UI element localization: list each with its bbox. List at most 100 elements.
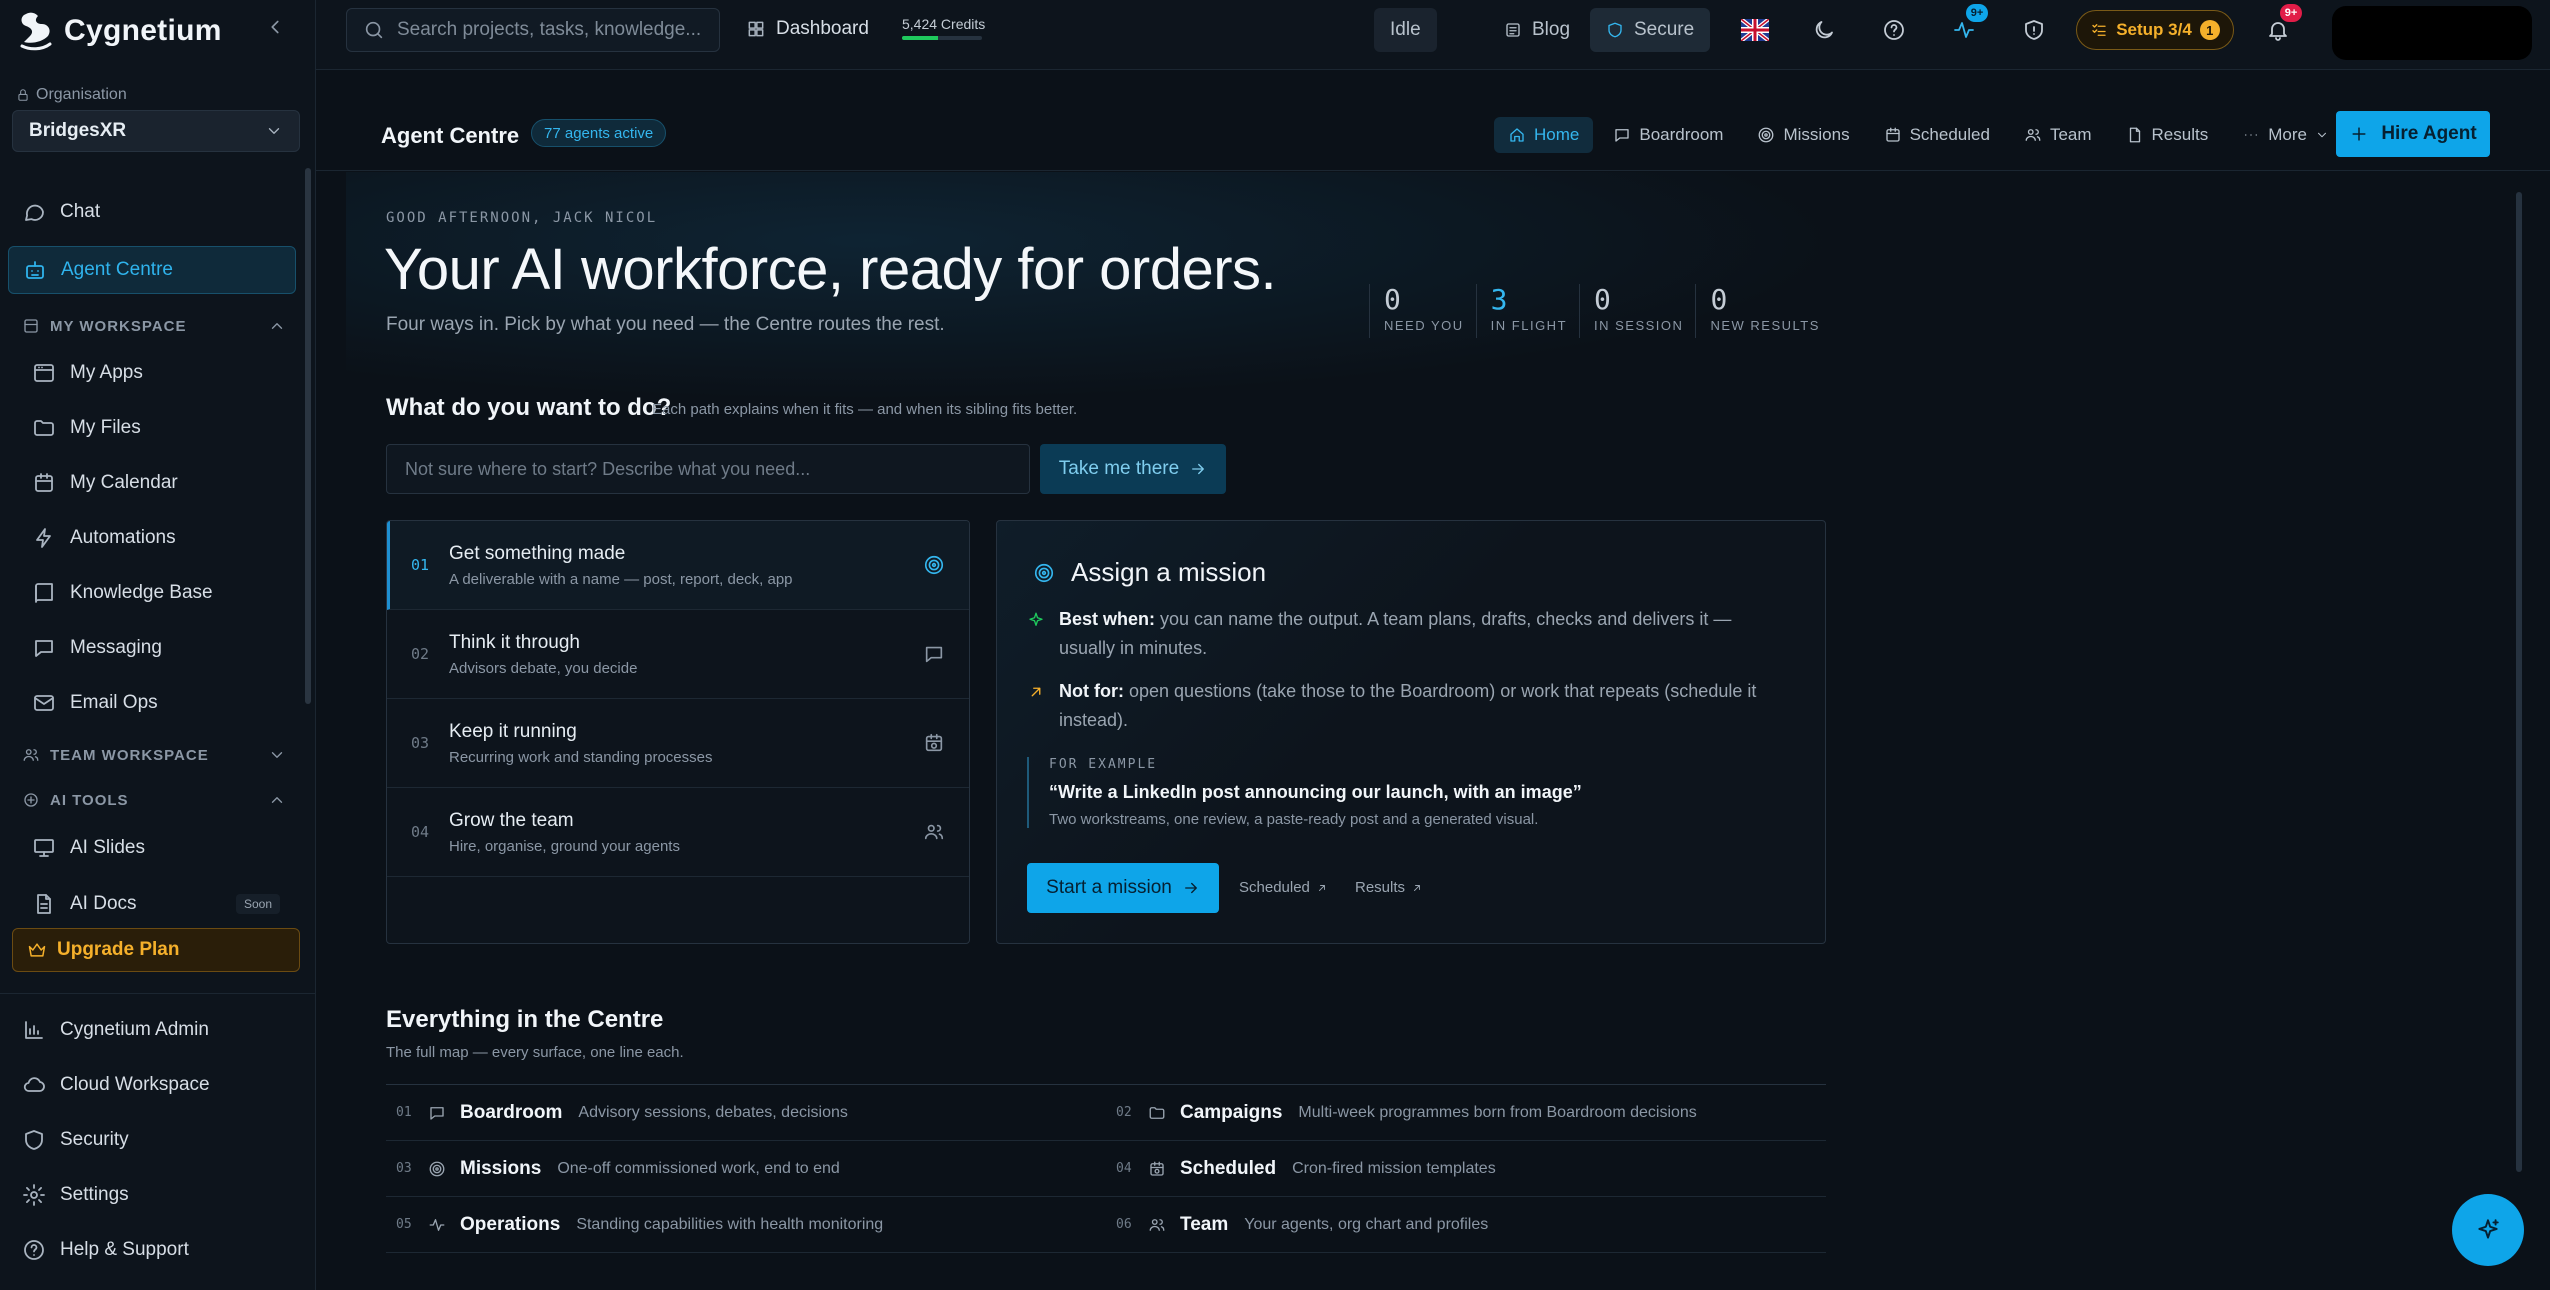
sidebar-item-my-apps[interactable]: My Apps [24, 349, 296, 397]
path-grow-the-team[interactable]: 04 Grow the team Hire, organise, ground … [387, 788, 969, 877]
global-search-input[interactable]: Search projects, tasks, knowledge... [346, 8, 720, 52]
surface-description: Your agents, org chart and profiles [1244, 1215, 1489, 1233]
surface-row-team[interactable]: 06 Team Your agents, org chart and profi… [1106, 1197, 1826, 1253]
chevron-up-icon [271, 323, 283, 329]
sidebar-item-knowledge-base[interactable]: Knowledge Base [24, 569, 296, 617]
tab-home[interactable]: Home [1494, 117, 1594, 153]
organisation-select[interactable]: BridgesXR [12, 110, 300, 152]
dashboard-link[interactable]: Dashboard [746, 18, 869, 40]
not-for-note: Not for: open questions (take those to t… [1027, 677, 1787, 735]
blog-button[interactable]: Blog [1488, 8, 1586, 52]
scheduled-link[interactable]: Scheduled [1239, 879, 1328, 896]
hire-agent-button[interactable]: Hire Agent [2336, 111, 2490, 157]
example-description: Two workstreams, one review, a paste-rea… [1049, 811, 1539, 828]
tab-team[interactable]: Team [2010, 117, 2106, 153]
organisation-value: BridgesXR [29, 120, 127, 141]
stat-new-results[interactable]: 0 NEW RESULTS [1695, 284, 1831, 338]
calendar-clock-icon [1150, 1161, 1164, 1176]
sparkle-icon [2478, 1219, 2499, 1239]
gear-icon [23, 1184, 45, 1206]
surface-name: Missions [460, 1157, 542, 1179]
stat-in-session[interactable]: 0 IN SESSION [1579, 284, 1695, 338]
section-label: MY WORKSPACE [50, 317, 187, 335]
surface-row-boardroom[interactable]: 01 Boardroom Advisory sessions, debates,… [386, 1085, 1106, 1141]
section-my-workspace[interactable]: MY WORKSPACE [22, 314, 286, 338]
main-scrollbar[interactable] [2516, 192, 2522, 1172]
surface-row-missions[interactable]: 03 Missions One-off commissioned work, e… [386, 1141, 1106, 1197]
path-description: Recurring work and standing processes [449, 748, 713, 766]
sidebar-item-ai-slides[interactable]: AI Slides [24, 824, 296, 872]
surface-name: Operations [460, 1213, 561, 1235]
stat-in-flight[interactable]: 3 IN FLIGHT [1475, 284, 1579, 338]
start-mission-button[interactable]: Start a mission [1027, 863, 1219, 913]
moon-icon[interactable] [1812, 18, 1836, 42]
path-title: Grow the team [449, 809, 574, 831]
surface-number: 05 [396, 1217, 412, 1232]
section-ai-tools[interactable]: AI TOOLS [22, 788, 286, 812]
shield-check-icon[interactable] [2022, 18, 2046, 42]
path-description: Hire, organise, ground your agents [449, 837, 680, 855]
tab-more[interactable]: More [2228, 117, 2343, 153]
surface-map: 01 Boardroom Advisory sessions, debates,… [386, 1084, 1826, 1253]
secure-button[interactable]: Secure [1590, 8, 1711, 52]
sidebar-item-settings[interactable]: Settings [8, 1171, 296, 1219]
sidebar-item-my-files[interactable]: My Files [24, 404, 296, 452]
sidebar-item-messaging[interactable]: Messaging [24, 624, 296, 672]
describe-need-placeholder: Not sure where to start? Describe what y… [405, 458, 811, 479]
sidebar-item-cygnetium-admin[interactable]: Cygnetium Admin [8, 1006, 296, 1054]
sidebar-item-my-calendar[interactable]: My Calendar [24, 459, 296, 507]
question-title: What do you want to do? [386, 394, 672, 421]
results-link[interactable]: Results [1355, 879, 1423, 896]
stat-need-you[interactable]: 0 NEED YOU [1369, 284, 1476, 338]
sidebar-item-help-support[interactable]: Help & Support [8, 1226, 296, 1274]
detail-title: Assign a mission [1033, 557, 1266, 588]
credits-meter[interactable]: 5,424 Credits [902, 16, 985, 40]
surface-row-campaigns[interactable]: 02 Campaigns Multi-week programmes born … [1106, 1085, 1826, 1141]
detail-title-text: Assign a mission [1071, 557, 1267, 587]
sidebar-item-email-ops[interactable]: Email Ops [24, 679, 296, 727]
example-quote: “Write a LinkedIn post announcing our la… [1049, 782, 1582, 802]
tab-scheduled[interactable]: Scheduled [1870, 117, 2004, 153]
credits-bar-fill [902, 36, 938, 40]
sidebar-scrollbar[interactable] [305, 168, 311, 704]
setup-progress-button[interactable]: Setup 3/4 1 [2076, 10, 2234, 50]
checklist-icon [2092, 24, 2106, 36]
tab-boardroom[interactable]: Boardroom [1599, 117, 1737, 153]
sidebar-item-agent-centre[interactable]: Agent Centre [8, 246, 296, 294]
path-get-something-made[interactable]: 01 Get something made A deliverable with… [387, 521, 969, 610]
describe-need-input[interactable]: Not sure where to start? Describe what y… [386, 444, 1030, 494]
sidebar-item-label: Agent Centre [61, 259, 173, 280]
tab-results[interactable]: Results [2112, 117, 2223, 153]
shield-icon [1608, 22, 1622, 38]
help-circle-icon[interactable] [1882, 18, 1906, 42]
surface-number: 02 [1116, 1105, 1132, 1120]
tab-missions[interactable]: Missions [1743, 117, 1863, 153]
path-think-it-through[interactable]: 02 Think it through Advisors debate, you… [387, 610, 969, 699]
sidebar-item-automations[interactable]: Automations [24, 514, 296, 562]
surface-row-operations[interactable]: 05 Operations Standing capabilities with… [386, 1197, 1106, 1253]
user-profile-menu[interactable] [2332, 6, 2532, 60]
path-title: Think it through [449, 631, 580, 653]
setup-count-badge: 1 [2199, 20, 2220, 40]
example-label: FOR EXAMPLE [1049, 757, 1158, 772]
surface-row-scheduled[interactable]: 04 Scheduled Cron-fired mission template… [1106, 1141, 1826, 1197]
take-me-there-button[interactable]: Take me there [1040, 444, 1226, 494]
sidebar-item-chat[interactable]: Chat [8, 188, 296, 236]
sidebar-item-ai-docs[interactable]: AI Docs Soon [24, 880, 296, 928]
section-team-workspace[interactable]: TEAM WORKSPACE [22, 743, 286, 767]
path-keep-it-running[interactable]: 03 Keep it running Recurring work and st… [387, 699, 969, 788]
message-icon [35, 640, 53, 657]
status-idle-button[interactable]: Idle [1374, 8, 1437, 52]
uk-flag-icon[interactable] [1741, 19, 1769, 41]
sidebar-item-security[interactable]: Security [8, 1116, 296, 1164]
surface-number: 06 [1116, 1217, 1132, 1232]
plus-icon [2352, 127, 2366, 141]
sidebar-item-label: Chat [60, 201, 101, 222]
brand[interactable]: Cygnetium [16, 8, 222, 54]
assistant-fab-button[interactable] [2452, 1194, 2524, 1266]
surface-description: Standing capabilities with health monito… [576, 1215, 884, 1233]
sidebar-item-cloud-workspace[interactable]: Cloud Workspace [8, 1061, 296, 1109]
surface-number: 01 [396, 1105, 412, 1120]
collapse-sidebar-button[interactable] [264, 16, 286, 38]
upgrade-plan-button[interactable]: Upgrade Plan [12, 928, 300, 972]
